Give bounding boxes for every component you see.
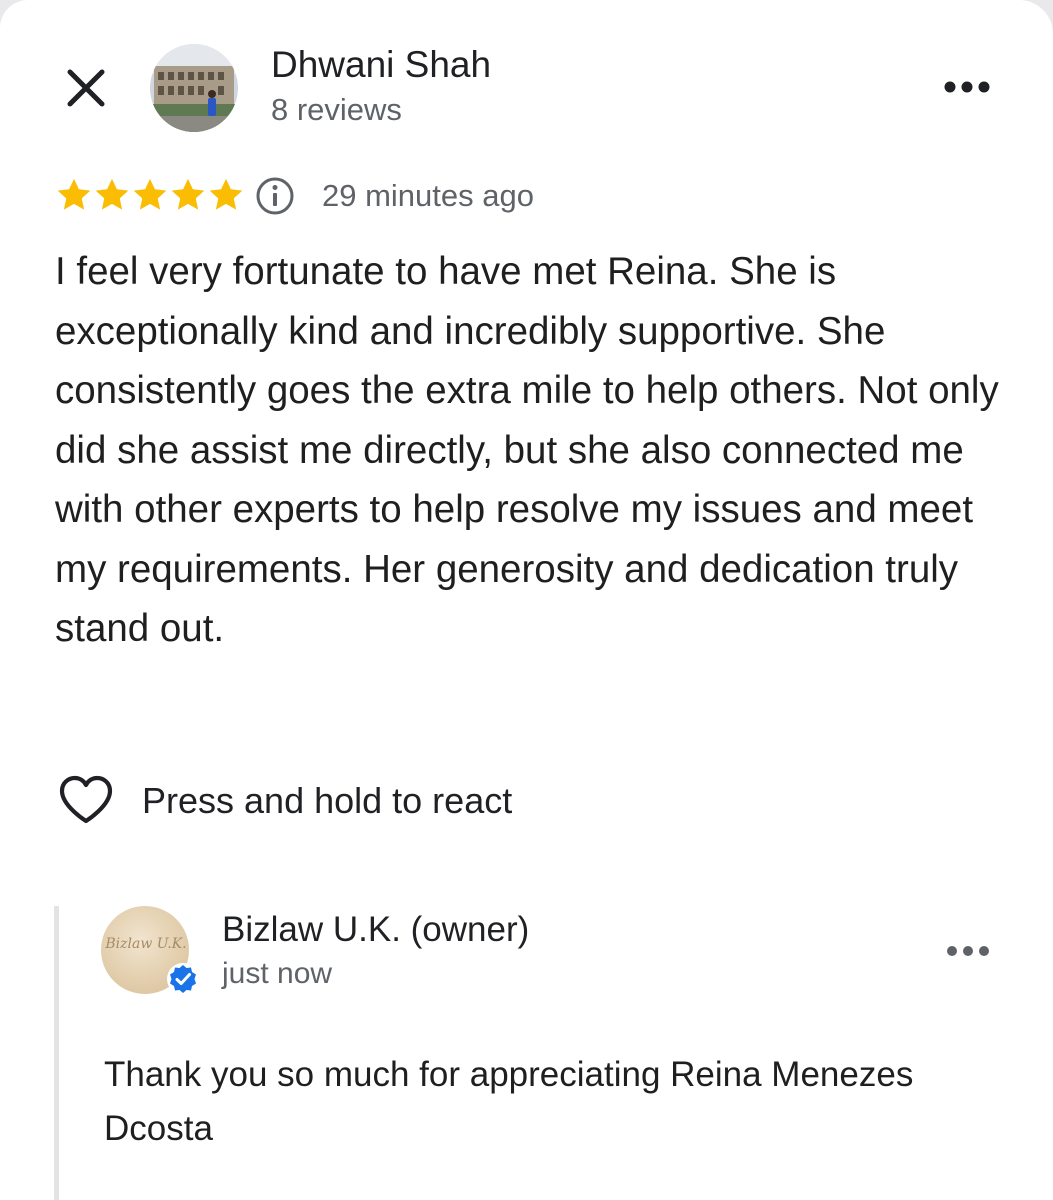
reviewer-avatar[interactable] bbox=[150, 44, 238, 132]
review-text: I feel very fortunate to have met Reina.… bbox=[55, 250, 999, 650]
react-button[interactable]: Press and hold to react bbox=[58, 770, 512, 830]
info-icon[interactable] bbox=[255, 176, 295, 216]
close-icon bbox=[67, 69, 105, 107]
close-button[interactable] bbox=[58, 60, 114, 116]
reply-divider bbox=[54, 906, 59, 1200]
star-icon bbox=[133, 178, 167, 210]
react-label: Press and hold to react bbox=[142, 780, 513, 821]
more-horizontal-icon bbox=[947, 946, 989, 956]
owner-reply-more-button[interactable] bbox=[937, 936, 999, 966]
owner-reply-text: Thank you so much for appreciating Reina… bbox=[104, 1055, 914, 1148]
heart-outline-icon bbox=[59, 775, 113, 824]
review-detail-sheet: Dhwani Shah 8 reviews 29 minutes ago I f… bbox=[0, 0, 1053, 1200]
star-icon bbox=[57, 178, 91, 210]
verified-badge-icon bbox=[167, 963, 199, 995]
review-time: 29 minutes ago bbox=[322, 178, 534, 213]
star-rating bbox=[55, 176, 245, 214]
reviewer-name[interactable]: Dhwani Shah bbox=[271, 44, 491, 86]
more-horizontal-icon bbox=[944, 81, 990, 93]
owner-reply-time: just now bbox=[222, 957, 333, 990]
star-icon bbox=[95, 178, 129, 210]
owner-name[interactable]: Bizlaw U.K. (owner) bbox=[222, 910, 529, 950]
review-more-button[interactable] bbox=[936, 70, 998, 104]
star-icon bbox=[209, 178, 243, 210]
owner-logo: Bizlaw U.K. bbox=[105, 936, 187, 952]
reviewer-review-count[interactable]: 8 reviews bbox=[271, 92, 402, 128]
star-icon bbox=[171, 178, 205, 210]
reviewer-photo bbox=[150, 44, 238, 132]
